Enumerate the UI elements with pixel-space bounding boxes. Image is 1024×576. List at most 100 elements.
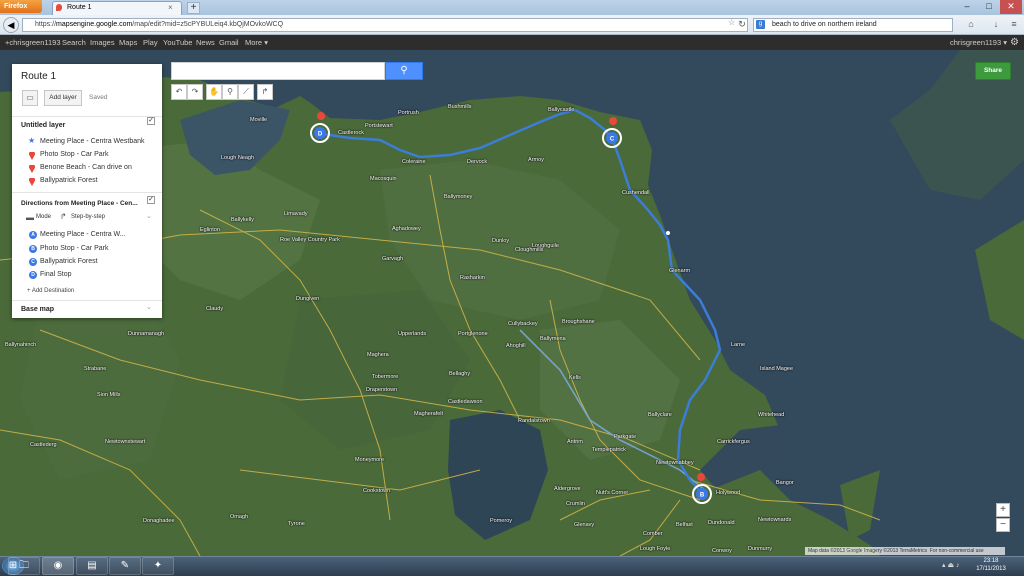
route-marker-b: B — [700, 493, 705, 499]
account-menu[interactable]: chrisgreen1193 ▾ — [950, 35, 1007, 50]
gbar-maps[interactable]: Maps — [119, 35, 137, 50]
draw-line-icon[interactable]: ⟋ — [238, 84, 254, 100]
place-label: Conwoy — [712, 548, 732, 554]
layer-visibility-checkbox[interactable]: ✓ — [147, 117, 155, 125]
attribution-text: Map data ©2013 Google Imagery ©2013 Terr… — [808, 548, 928, 554]
app-icon[interactable]: ✦ — [142, 557, 174, 575]
stop-item[interactable]: Photo Stop - Car Park — [40, 245, 108, 252]
directions-layer-title[interactable]: Directions from Meeting Place - Cen... — [21, 200, 138, 207]
tab-close-icon[interactable]: × — [168, 3, 173, 12]
add-layer-button[interactable]: Add layer — [44, 90, 82, 106]
layer-item[interactable]: Ballypatrick Forest — [40, 177, 98, 184]
place-label: Rasharkin — [460, 275, 485, 281]
place-label: Portrush — [398, 110, 419, 116]
place-label: Carrickfergus — [717, 439, 750, 445]
chevron-down-icon[interactable]: ⌄ — [146, 212, 152, 220]
map-attribution: Map data ©2013 Google Imagery ©2013 Terr… — [805, 547, 1005, 555]
reload-icon[interactable]: ↻ — [736, 19, 748, 30]
url-host: mapsengine.google.com — [56, 21, 133, 28]
chevron-down-icon[interactable]: ⌄ — [146, 303, 152, 311]
zoom-out-button[interactable]: − — [996, 518, 1010, 532]
place-label: Parkgate — [614, 434, 637, 440]
step-by-step-link[interactable]: Step-by-step — [71, 214, 105, 220]
pin-icon — [29, 163, 35, 173]
close-window-button[interactable]: ✕ — [1000, 0, 1022, 14]
place-label: Broughshane — [562, 319, 595, 325]
maximize-button[interactable]: □ — [978, 0, 1000, 14]
place-label: Kells — [569, 375, 581, 381]
place-label: Castledawson — [448, 399, 483, 405]
paint-icon[interactable]: ✎ — [109, 557, 141, 575]
directions-icon[interactable]: ↱ — [257, 84, 273, 100]
map-title[interactable]: Route 1 — [21, 71, 56, 82]
gbar-user-link[interactable]: +chrisgreen1193 — [5, 35, 61, 50]
downloads-icon[interactable]: ↓ — [990, 19, 1002, 30]
place-label: Bangor — [776, 480, 794, 486]
place-label: Armoy — [528, 157, 544, 163]
divider — [12, 192, 162, 193]
bookmark-star-icon[interactable]: ☆ — [728, 18, 735, 27]
back-button[interactable]: ◀ — [3, 17, 19, 33]
gear-icon[interactable]: ⚙ — [1010, 35, 1019, 50]
folder-icon[interactable]: ▭ — [22, 90, 38, 106]
map-search-input[interactable] — [171, 62, 385, 80]
firefox-menu-button[interactable]: Firefox — [0, 0, 42, 13]
url-bar[interactable]: https://mapsengine.google.com/map/edit?m… — [22, 18, 748, 32]
place-label: Dunloy — [492, 238, 510, 244]
hand-tool-icon[interactable]: ✋ — [206, 84, 222, 100]
gbar-more-label: More — [245, 38, 263, 47]
stop-item[interactable]: Meeting Place - Centra W... — [40, 231, 126, 238]
layer-item[interactable]: Benone Beach - Can drive on — [40, 164, 132, 171]
new-tab-button[interactable]: + — [187, 2, 200, 14]
clock[interactable]: 23:18 17/11/2013 — [966, 557, 1016, 573]
notepad-icon[interactable]: ▤ — [76, 557, 108, 575]
minimize-button[interactable]: – — [956, 0, 978, 14]
gbar-news[interactable]: News — [196, 35, 215, 50]
undo-icon[interactable]: ↶ — [171, 84, 187, 100]
place-label: Ballykelly — [231, 217, 254, 223]
add-destination-link[interactable]: + Add Destination — [27, 288, 74, 294]
place-label: Cushendall — [622, 190, 650, 196]
gbar-youtube[interactable]: YouTube — [163, 35, 192, 50]
place-label: Ballymena — [540, 336, 566, 342]
gbar-search[interactable]: Search — [62, 35, 86, 50]
file-explorer-icon[interactable]: 🗀 — [8, 557, 40, 575]
layer-item[interactable]: Meeting Place - Centra Westbank — [40, 138, 145, 145]
redo-icon[interactable]: ↷ — [187, 84, 203, 100]
place-label: Ballyclare — [648, 412, 672, 418]
place-label: Belfast — [676, 522, 693, 528]
home-icon[interactable]: ⌂ — [965, 19, 977, 30]
google-maps-favicon-icon — [56, 4, 62, 11]
bookmarks-icon[interactable]: ≡ — [1008, 19, 1020, 30]
add-marker-icon[interactable]: ⚲ — [222, 84, 238, 100]
place-label: Larne — [731, 342, 746, 348]
stop-item[interactable]: Final Stop — [40, 271, 72, 278]
search-button[interactable]: ⚲ — [385, 62, 423, 80]
firefox-taskbar-icon[interactable]: ◉ — [42, 557, 74, 575]
browser-search-input[interactable]: beach to drive on northern ireland — [753, 18, 953, 32]
layer-title[interactable]: Untitled layer — [21, 122, 65, 129]
save-status: Saved — [89, 94, 108, 101]
place-label: Cookstown — [363, 488, 391, 494]
gbar-images[interactable]: Images — [90, 35, 115, 50]
stop-item[interactable]: Ballypatrick Forest — [40, 258, 98, 265]
mode-selector[interactable]: Mode — [36, 214, 51, 220]
stop-marker-icon: C — [29, 258, 37, 266]
gbar-more[interactable]: More ▾ — [245, 35, 268, 50]
place-label: Pomeroy — [490, 518, 513, 524]
place-label: Moneymore — [355, 457, 385, 463]
layer-item[interactable]: Photo Stop - Car Park — [40, 151, 108, 158]
place-label: Newtownabbey — [656, 460, 694, 466]
place-label: Randalstown — [518, 418, 550, 424]
share-button[interactable]: Share — [975, 62, 1011, 80]
system-tray[interactable]: ▴ ⏏ ♪ — [942, 561, 960, 569]
directions-visibility-checkbox[interactable]: ✓ — [147, 196, 155, 204]
base-map-title[interactable]: Base map — [21, 306, 54, 313]
zoom-in-button[interactable]: + — [996, 503, 1010, 517]
gbar-gmail[interactable]: Gmail — [219, 35, 239, 50]
gbar-play[interactable]: Play — [143, 35, 158, 50]
terms-link[interactable]: For non-commercial use — [930, 548, 984, 554]
google-search-engine-icon[interactable]: g — [756, 20, 765, 29]
place-label: Strabane — [84, 366, 107, 372]
tab-route-1[interactable]: Route 1 — [52, 1, 182, 15]
